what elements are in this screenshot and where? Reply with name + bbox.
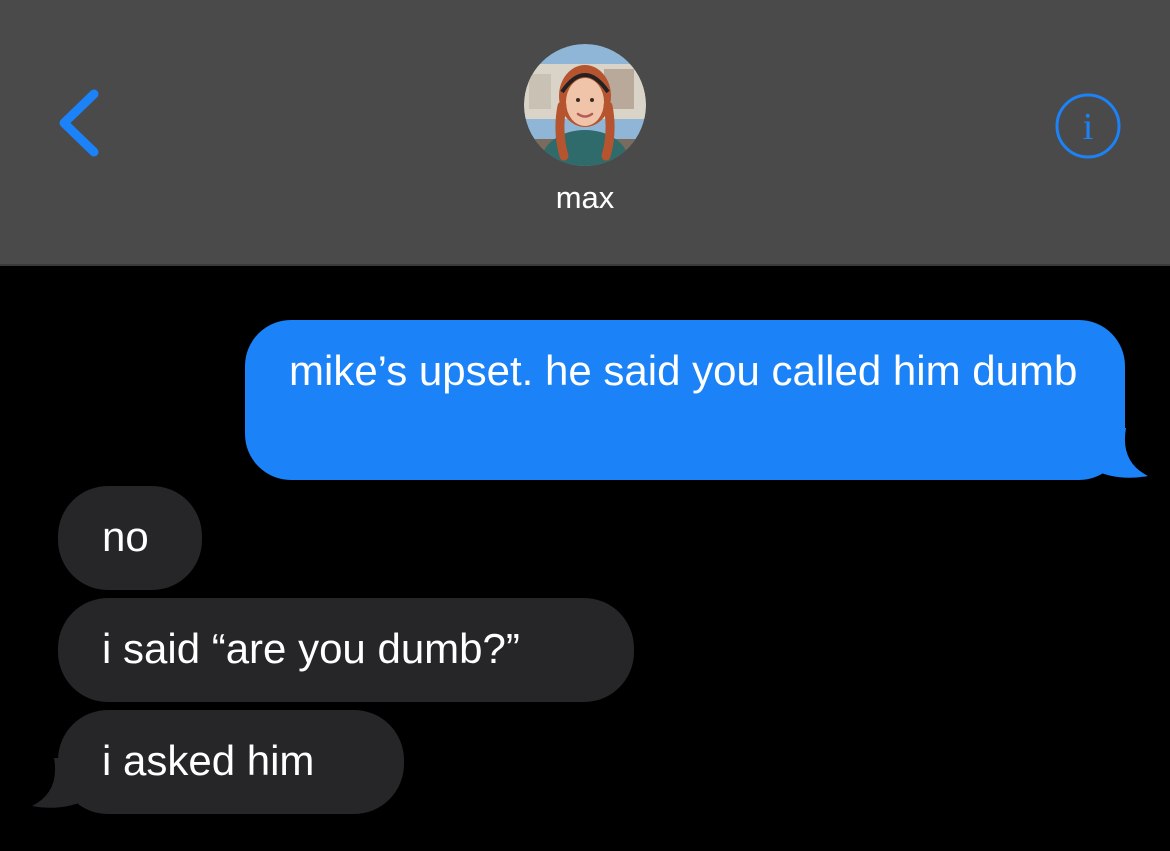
outgoing-bubble-tail [1090,428,1148,478]
avatar-photo [524,44,646,166]
svg-text:i: i [1083,106,1094,148]
avatar[interactable] [524,44,646,166]
contact-name[interactable]: max [0,180,1170,216]
incoming-message[interactable]: i asked him [58,710,404,814]
conversation-header: max i [0,0,1170,266]
message-thread: mike’s upset. he said you called him dum… [0,268,1170,851]
incoming-bubble-tail [32,758,90,808]
info-button[interactable]: i [1054,92,1122,160]
chevron-left-icon [59,89,99,157]
outgoing-message[interactable]: mike’s upset. he said you called him dum… [245,320,1125,480]
incoming-message[interactable]: i said “are you dumb?” [58,598,634,702]
info-icon: i [1055,93,1121,159]
incoming-message[interactable]: no [58,486,202,590]
back-button[interactable] [48,82,108,164]
